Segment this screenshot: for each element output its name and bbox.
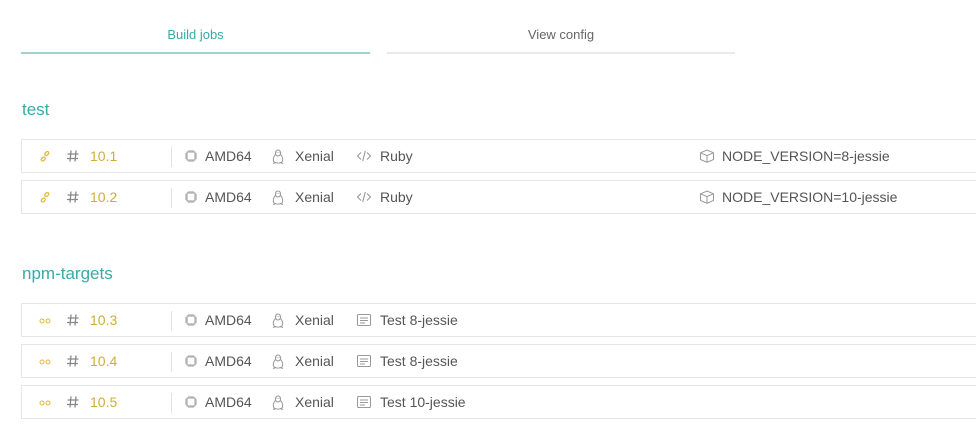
- document-lines-icon: [356, 345, 374, 377]
- link-icon: [39, 181, 51, 213]
- job-name: Test 8-jessie: [380, 312, 458, 328]
- job-number[interactable]: 10.2: [90, 181, 117, 213]
- job-row[interactable]: 10.3 AMD64 Xenial Test 8-jessie: [21, 303, 976, 337]
- job-language: Ruby: [380, 189, 413, 205]
- pending-dots-icon: [39, 304, 51, 336]
- job-arch: AMD64: [205, 394, 252, 410]
- job-row[interactable]: 10.4 AMD64 Xenial Test 8-jessie: [21, 344, 976, 378]
- tab-view-config[interactable]: View config: [387, 24, 735, 54]
- pending-dots-icon: [39, 386, 51, 418]
- job-row[interactable]: 10.2 AMD64 Xenial Ruby NODE_VERSION=10-j…: [21, 180, 976, 214]
- package-box-icon: [699, 140, 715, 172]
- cpu-chip-icon: [184, 386, 198, 418]
- linux-penguin-icon: [271, 140, 287, 172]
- job-os: Xenial: [295, 189, 334, 205]
- job-os: Xenial: [295, 394, 334, 410]
- tab-build-jobs[interactable]: Build jobs: [21, 24, 370, 54]
- document-lines-icon: [356, 304, 374, 336]
- job-arch: AMD64: [205, 189, 252, 205]
- job-row[interactable]: 10.1 AMD64 Xenial Ruby NODE_VERSION=8-je…: [21, 139, 976, 173]
- job-os: Xenial: [295, 148, 334, 164]
- job-env: NODE_VERSION=8-jessie: [722, 148, 890, 164]
- divider: [171, 311, 172, 331]
- job-name: Test 8-jessie: [380, 353, 458, 369]
- cpu-chip-icon: [184, 140, 198, 172]
- document-lines-icon: [356, 386, 374, 418]
- stage-title-npm-targets[interactable]: npm-targets: [22, 264, 113, 284]
- cpu-chip-icon: [184, 181, 198, 213]
- stage-title-test[interactable]: test: [22, 100, 49, 120]
- job-env: NODE_VERSION=10-jessie: [722, 189, 898, 205]
- hash-icon: [66, 181, 80, 213]
- job-arch: AMD64: [205, 312, 252, 328]
- job-arch: AMD64: [205, 353, 252, 369]
- linux-penguin-icon: [271, 386, 287, 418]
- job-arch: AMD64: [205, 148, 252, 164]
- job-os: Xenial: [295, 353, 334, 369]
- hash-icon: [66, 140, 80, 172]
- divider: [171, 147, 172, 167]
- job-number[interactable]: 10.3: [90, 304, 117, 336]
- linux-penguin-icon: [271, 345, 287, 377]
- job-os: Xenial: [295, 312, 334, 328]
- linux-penguin-icon: [271, 304, 287, 336]
- cpu-chip-icon: [184, 304, 198, 336]
- hash-icon: [66, 345, 80, 377]
- linux-penguin-icon: [271, 181, 287, 213]
- job-name: Test 10-jessie: [380, 394, 466, 410]
- job-number[interactable]: 10.4: [90, 345, 117, 377]
- job-number[interactable]: 10.5: [90, 386, 117, 418]
- code-brackets-icon: [356, 140, 374, 172]
- hash-icon: [66, 304, 80, 336]
- link-icon: [39, 140, 51, 172]
- divider: [171, 352, 172, 372]
- pending-dots-icon: [39, 345, 51, 377]
- cpu-chip-icon: [184, 345, 198, 377]
- job-row[interactable]: 10.5 AMD64 Xenial Test 10-jessie: [21, 385, 976, 419]
- divider: [171, 393, 172, 413]
- divider: [171, 188, 172, 208]
- package-box-icon: [699, 181, 715, 213]
- job-number[interactable]: 10.1: [90, 140, 117, 172]
- hash-icon: [66, 386, 80, 418]
- code-brackets-icon: [356, 181, 374, 213]
- job-language: Ruby: [380, 148, 413, 164]
